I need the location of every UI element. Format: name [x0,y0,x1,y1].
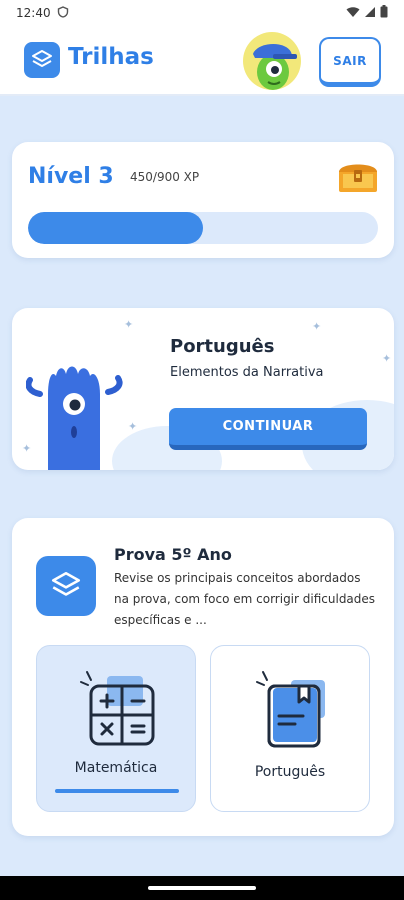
signal-icon [364,6,376,21]
path-card[interactable]: Prova 5º Ano Revise os principais concei… [12,518,394,836]
treasure-chest-icon[interactable] [337,158,379,198]
sparkle-icon: ✦ [124,318,134,331]
app-title: Trilhas [68,44,154,70]
book-icon [251,668,331,754]
battery-icon [380,5,388,21]
path-description: Revise os principais conceitos abordados… [114,571,376,627]
continue-card: ✦ ✦ ✦ ✦ ✦ Português Elementos da Narrati… [12,308,394,470]
continue-topic: Elementos da Narrativa [170,365,324,380]
logout-button[interactable]: SAIR [319,37,381,87]
continue-subject-title: Português [170,336,275,357]
wifi-icon [346,6,360,21]
monster-mascot [25,364,126,470]
sparkle-icon: ✦ [382,352,392,365]
status-bar: 12:40 [0,0,404,26]
system-nav-bar [0,876,404,900]
subject-tile-label: Português [254,764,326,780]
avatar[interactable] [243,32,301,90]
layers-icon [36,556,96,616]
subject-tile-portugues[interactable]: Português [210,645,370,812]
vpn-icon [57,5,69,21]
subject-tile-math[interactable]: Matemática [36,645,196,812]
calculator-icon [77,668,157,754]
xp-text: 450/900 XP [130,170,200,184]
sparkle-icon: ✦ [312,320,322,333]
path-title: Prova 5º Ano [114,545,232,564]
home-gesture-handle[interactable] [148,886,256,890]
xp-progress-bar [28,212,378,244]
sparkle-icon: ✦ [128,420,138,433]
status-time: 12:40 [16,6,51,20]
xp-progress-fill [28,212,203,244]
layers-icon [32,50,52,67]
selected-indicator [55,789,179,793]
level-card: Nível 3 450/900 XP [12,142,394,258]
subject-tile-label: Matemática [74,760,158,776]
level-label: Nível 3 [28,164,114,189]
app-header: Trilhas SAIR [0,26,404,96]
app-logo [24,42,60,78]
continue-button[interactable]: CONTINUAR [169,408,367,450]
